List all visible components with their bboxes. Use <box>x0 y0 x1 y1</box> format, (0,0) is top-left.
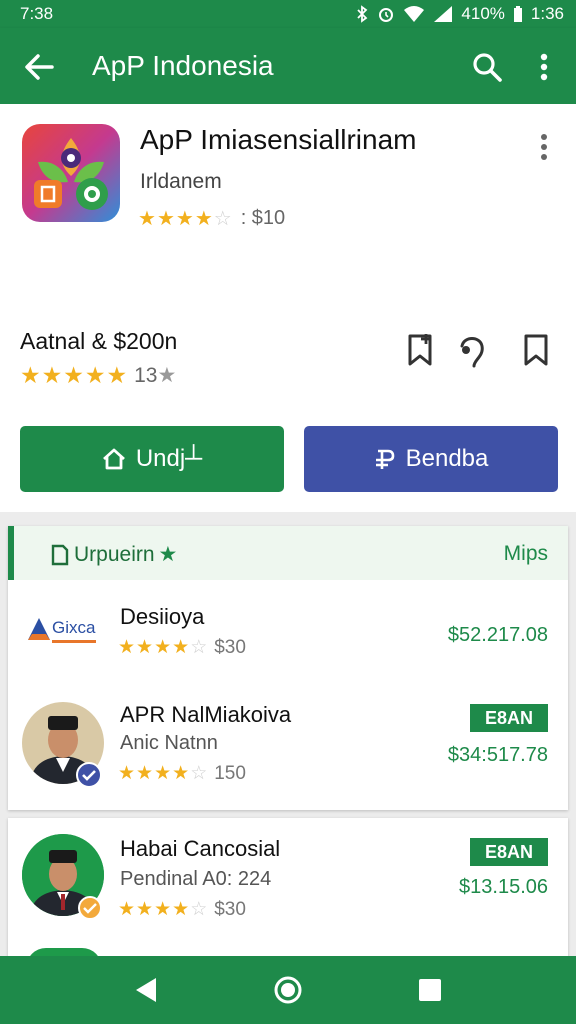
app-rating-text: : $10 <box>240 207 286 229</box>
list-item-rating: ★★★★☆ $30 <box>118 636 246 659</box>
list-header-text: Urpueirn <box>74 542 155 566</box>
buy-button-label: Bendba <box>405 445 489 472</box>
app-bar: ApP Indonesia <box>0 28 576 104</box>
list-item-title: Desiioya <box>120 604 205 629</box>
home-icon <box>102 448 125 470</box>
list-item-price: $52.217.08 <box>447 624 548 646</box>
star-rating: ★★★★☆ <box>118 899 209 920</box>
list-item-rating-text: $30 <box>214 636 246 658</box>
back-arrow-icon[interactable] <box>22 50 56 84</box>
nav-back-icon[interactable] <box>130 974 162 1006</box>
star-rating: ★★★★☆ <box>138 208 233 230</box>
status-clock-right: 1:36 <box>530 4 564 23</box>
battery-text: 410% <box>461 4 505 23</box>
related-apps-card-2: Habai Cancosial Pendinal A0: 224 ★★★★☆ $… <box>8 818 568 968</box>
more-vert-icon[interactable] <box>530 50 558 84</box>
battery-icon <box>513 6 522 22</box>
currency-icon <box>375 449 394 469</box>
buy-button[interactable]: Bendba <box>304 426 558 492</box>
bookmark-icon[interactable] <box>518 330 554 370</box>
list-item-title: APR NalMiakoiva <box>120 702 292 727</box>
verified-icon <box>76 762 102 788</box>
page-title: ApP Indonesia <box>92 50 274 81</box>
star-icon: ★ <box>158 543 178 566</box>
related-apps-card: Urpueirn ★ Mips Gixca Desiioya ★★★★☆ $30… <box>8 526 568 810</box>
app-name: ApP Imiasensiallrinam <box>140 124 417 155</box>
developer-name[interactable]: Irldanem <box>140 170 222 194</box>
info-rating-count: 13 <box>134 363 158 387</box>
brand-logo-text: Gixca <box>52 618 96 637</box>
install-button-label: Undj┴ <box>135 445 203 472</box>
list-header-label[interactable]: Urpueirn ★ <box>50 542 177 567</box>
list-item-subtitle: Pendinal A0: 224 <box>120 868 272 890</box>
nav-recents-icon[interactable] <box>414 974 446 1006</box>
list-header-more[interactable]: Mips <box>504 542 548 566</box>
nav-home-icon[interactable] <box>272 974 304 1006</box>
status-badge[interactable]: E8AN <box>470 704 548 732</box>
status-time: 7:38 <box>20 4 54 23</box>
star-rating: ★★★★☆ <box>118 637 209 658</box>
list-header: Urpueirn ★ Mips <box>8 526 568 580</box>
info-rating: ★★★★★ 13 ★ <box>20 362 176 389</box>
verified-icon <box>78 896 102 920</box>
list-item-title: Habai Cancosial <box>120 836 281 861</box>
list-item-rating-text: 150 <box>214 762 246 784</box>
bookmark-add-icon[interactable] <box>404 330 440 370</box>
document-icon <box>51 544 69 565</box>
system-nav-bar <box>0 956 576 1024</box>
brand-logo-underline <box>52 640 96 643</box>
app-rating: ★★★★☆ : $10 <box>138 206 285 231</box>
share-icon[interactable] <box>454 330 490 370</box>
list-item-subtitle: Anic Natnn <box>120 732 218 754</box>
star-rating: ★★★★★ <box>20 362 129 388</box>
list-item-rating-text: $30 <box>214 898 246 920</box>
list-item-rating: ★★★★☆ $30 <box>118 898 246 921</box>
search-icon[interactable] <box>470 50 504 84</box>
status-bar: 7:38 410% 1:36 <box>0 0 576 28</box>
alarm-icon <box>379 8 394 22</box>
star-rating: ★★★★☆ <box>118 763 209 784</box>
list-item-price: $13.15.06 <box>459 876 548 898</box>
brand-logo: Gixca <box>26 616 118 646</box>
info-title: Aatnal & $200n <box>20 328 178 354</box>
status-badge[interactable]: E8AN <box>470 838 548 866</box>
brand-logo-mark <box>28 618 50 640</box>
install-button[interactable]: Undj┴ <box>20 426 284 492</box>
signal-icon <box>434 6 453 22</box>
star-icon: ★ <box>157 364 177 387</box>
wifi-icon <box>404 6 425 22</box>
more-vert-icon[interactable] <box>534 130 554 164</box>
app-logo-icon[interactable] <box>22 124 120 222</box>
list-item-rating: ★★★★☆ 150 <box>118 762 246 785</box>
status-icons: 410% 1:36 <box>355 4 564 24</box>
list-item-price: $34:517.78 <box>447 744 548 766</box>
bluetooth-icon <box>357 5 368 23</box>
